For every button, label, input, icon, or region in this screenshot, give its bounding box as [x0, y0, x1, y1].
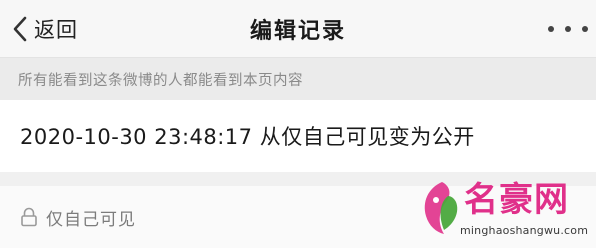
navigation-bar: 返回 编辑记录 — [0, 0, 596, 58]
edit-record-item: 2020-10-30 23:48:17 从仅自己可见变为公开 — [0, 100, 596, 172]
visibility-notice: 所有能看到这条微博的人都能看到本页内容 — [0, 58, 596, 100]
watermark-title: 名豪网 — [464, 180, 569, 220]
watermark-url: minghaoshangwu.com — [460, 224, 589, 237]
watermark-logo-icon — [424, 182, 458, 234]
page-title: 编辑记录 — [249, 19, 346, 44]
record-text: 2020-10-30 23:48:17 从仅自己可见变为公开 — [20, 125, 475, 149]
more-dot — [565, 26, 571, 32]
visibility-label: 仅自己可见 — [46, 209, 136, 230]
notice-text: 所有能看到这条微博的人都能看到本页内容 — [18, 72, 303, 89]
more-dot — [548, 26, 554, 32]
more-dot — [582, 26, 588, 32]
lock-icon — [21, 207, 37, 227]
watermark: 名豪网 minghaoshangwu.com — [416, 178, 588, 244]
more-dots-icon[interactable] — [548, 17, 588, 41]
